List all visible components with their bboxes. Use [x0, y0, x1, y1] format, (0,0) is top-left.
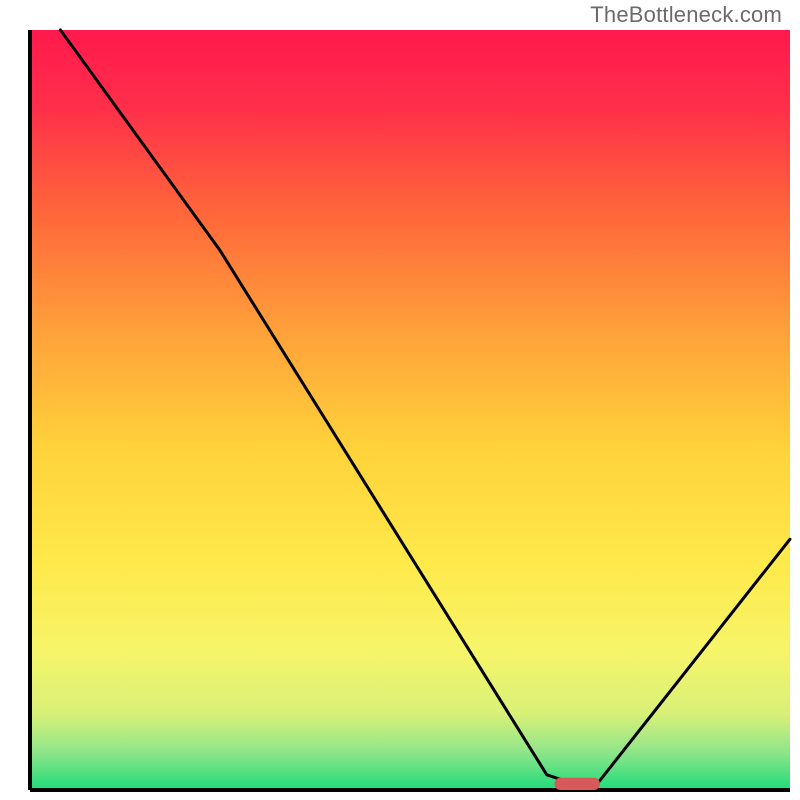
bottleneck-chart: [0, 0, 800, 800]
optimal-marker: [554, 778, 600, 790]
watermark-text: TheBottleneck.com: [590, 2, 782, 28]
